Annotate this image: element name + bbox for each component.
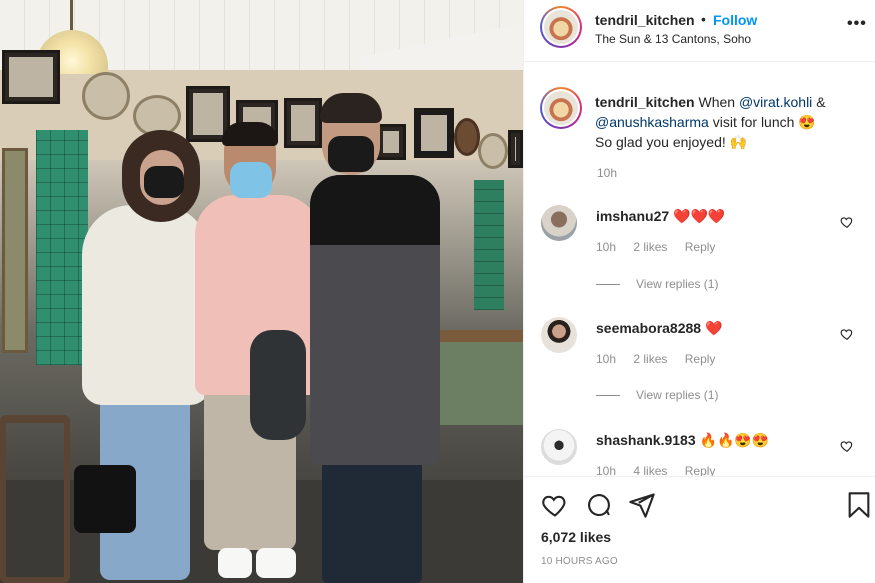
- photo-plate: [82, 72, 130, 120]
- photo-shoe: [256, 548, 296, 578]
- photo-table: [430, 330, 523, 342]
- comment-time[interactable]: 10h: [596, 352, 616, 366]
- comment-likes[interactable]: 2 likes: [633, 240, 667, 254]
- photo-shoe: [218, 548, 252, 578]
- photo-mask: [144, 166, 184, 198]
- follow-button[interactable]: Follow: [713, 12, 757, 28]
- photo-bench: [434, 330, 523, 425]
- photo-mask: [328, 136, 374, 172]
- post-time-ago[interactable]: 10 HOURS AGO: [541, 556, 618, 567]
- caption-timestamp[interactable]: 10h: [597, 166, 617, 180]
- divider-line: [596, 395, 620, 397]
- bookmark-icon[interactable]: [845, 491, 873, 519]
- reply-button[interactable]: Reply: [685, 240, 716, 254]
- view-replies-button[interactable]: View replies (1): [596, 277, 718, 291]
- view-replies-button[interactable]: View replies (1): [596, 388, 718, 402]
- commenter-avatar[interactable]: [541, 205, 577, 241]
- post-caption: tendril_kitchen When @virat.kohli & @anu…: [595, 92, 865, 152]
- caption-emoji: 🙌: [729, 134, 748, 150]
- comment-likes[interactable]: 2 likes: [633, 352, 667, 366]
- comment-text: ❤️❤️❤️: [673, 208, 726, 224]
- post-username[interactable]: tendril_kitchen: [595, 12, 695, 28]
- comment-meta: 10h 2 likes Reply: [596, 240, 729, 254]
- heart-icon[interactable]: [840, 327, 854, 341]
- photo-person-body: [82, 205, 210, 405]
- photo-person-shirt: [310, 175, 440, 245]
- photo-frame: [284, 98, 322, 148]
- heart-icon[interactable]: [840, 215, 854, 229]
- photo-person-hair: [222, 122, 278, 146]
- caption-avatar[interactable]: [540, 87, 582, 129]
- photo-mask: [230, 162, 272, 198]
- photo-mirror: [2, 148, 28, 353]
- mention-link[interactable]: @anushkasharma: [595, 114, 709, 130]
- photo-jacket: [250, 330, 306, 440]
- photo-plate: [454, 118, 480, 156]
- comment-icon[interactable]: [585, 491, 613, 519]
- comment-meta: 10h 2 likes Reply: [596, 352, 729, 366]
- photo-plate: [478, 133, 508, 169]
- photo-speaker: [414, 108, 454, 158]
- photo-person-legs: [322, 450, 422, 583]
- post-location[interactable]: The Sun & 13 Cantons, Soho: [595, 32, 751, 46]
- caption-username[interactable]: tendril_kitchen: [595, 94, 695, 110]
- commenter-avatar[interactable]: [541, 317, 577, 353]
- photo-chair: [0, 415, 70, 583]
- photo-handbag: [74, 465, 136, 533]
- comment-username[interactable]: imshanu27 ❤️❤️❤️: [596, 208, 725, 225]
- heart-icon[interactable]: [541, 491, 569, 519]
- comment-item: imshanu27 ❤️❤️❤️ 10h 2 likes Reply: [524, 200, 875, 280]
- photo-lamp-cord: [70, 0, 73, 32]
- heart-icon[interactable]: [840, 439, 854, 453]
- post-side-panel: tendril_kitchen • Follow The Sun & 13 Ca…: [523, 0, 875, 583]
- photo-tiles: [36, 130, 88, 365]
- mention-link[interactable]: @virat.kohli: [739, 94, 812, 110]
- photo-frame: [2, 50, 60, 104]
- caption-text: So glad you enjoyed!: [595, 134, 726, 150]
- comment-text: ❤️: [704, 320, 723, 336]
- profile-avatar[interactable]: [540, 6, 582, 48]
- photo-frame: [376, 124, 406, 160]
- photo-frame: [508, 130, 523, 168]
- caption-emoji: 😍: [798, 114, 816, 130]
- caption-text: &: [816, 94, 826, 110]
- photo-tiles: [474, 180, 504, 310]
- header-separator: •: [701, 11, 706, 27]
- post-photo[interactable]: [0, 0, 523, 583]
- share-icon[interactable]: [628, 491, 656, 519]
- post-actions: 6,072 likes 10 HOURS AGO: [524, 476, 875, 583]
- comment-username[interactable]: shashank.9183 🔥🔥😍😍: [596, 432, 769, 449]
- caption-text: visit for lunch: [712, 114, 795, 130]
- photo-person-hair: [320, 93, 382, 123]
- more-icon[interactable]: •••: [847, 15, 867, 33]
- post-header: tendril_kitchen • Follow The Sun & 13 Ca…: [524, 0, 875, 62]
- divider-line: [596, 284, 620, 286]
- comment-time[interactable]: 10h: [596, 240, 616, 254]
- comment-username[interactable]: seemabora8288 ❤️: [596, 320, 722, 337]
- comment-item: seemabora8288 ❤️ 10h 2 likes Reply: [524, 312, 875, 392]
- comment-text: 🔥🔥😍😍: [699, 432, 770, 448]
- likes-count[interactable]: 6,072 likes: [541, 529, 611, 545]
- caption-text: When: [698, 94, 736, 110]
- reply-button[interactable]: Reply: [685, 352, 716, 366]
- commenter-avatar[interactable]: [541, 429, 577, 465]
